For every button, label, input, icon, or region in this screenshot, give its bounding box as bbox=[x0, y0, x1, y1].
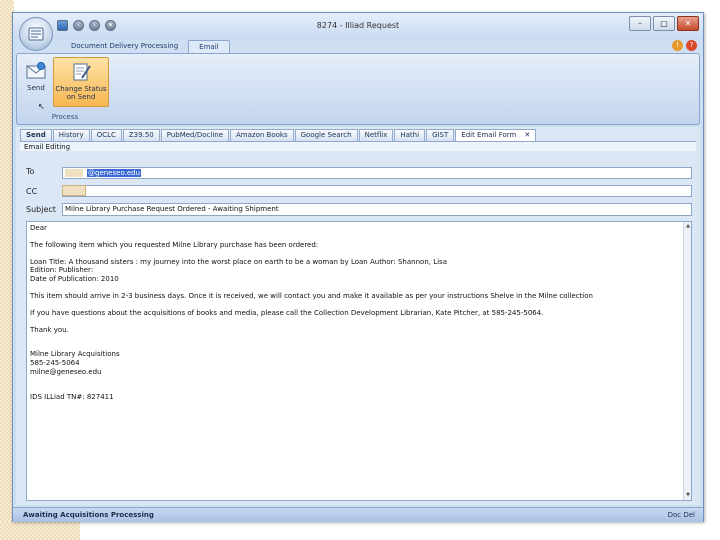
body-thanks: Thank you. bbox=[30, 325, 69, 334]
body-arrival: This item should arrive in 2-3 business … bbox=[30, 291, 593, 300]
scroll-down-icon[interactable]: ▼ bbox=[684, 491, 691, 500]
envelope-icon bbox=[26, 62, 46, 79]
document-tabs: Send History OCLC Z39.50 PubMed/Docline … bbox=[20, 129, 537, 141]
tab-amazon-books[interactable]: Amazon Books bbox=[230, 129, 294, 141]
ribbon-group-process: Send Change Status on Send ↖ Process bbox=[21, 57, 109, 121]
close-tab-icon[interactable]: ✕ bbox=[524, 131, 530, 139]
tab-hathi[interactable]: Hathi bbox=[394, 129, 426, 141]
ribbon-panel: Send Change Status on Send ↖ Process bbox=[16, 53, 700, 125]
cc-highlight-block bbox=[62, 185, 86, 196]
tab-document-delivery-processing[interactable]: Document Delivery Processing bbox=[61, 40, 188, 53]
tab-edit-email-form[interactable]: Edit Email Form ✕ bbox=[455, 129, 537, 141]
email-editing-header: Email Editing bbox=[20, 141, 696, 151]
status-doc-del: Doc Del bbox=[667, 511, 695, 519]
maximize-button[interactable]: □ bbox=[653, 16, 675, 31]
body-questions: If you have questions about the acquisit… bbox=[30, 308, 544, 317]
tab-edit-email-form-label: Edit Email Form bbox=[461, 131, 517, 139]
body-intro: The following item which you requested M… bbox=[30, 240, 319, 249]
status-text: Awaiting Acquisitions Processing bbox=[23, 511, 154, 519]
minimize-button[interactable]: – bbox=[629, 16, 651, 31]
tab-oclc[interactable]: OCLC bbox=[90, 129, 122, 141]
change-status-label: Change Status on Send bbox=[55, 85, 107, 101]
to-value: @geneseo.edu bbox=[87, 169, 142, 177]
tab-pubmed-docline[interactable]: PubMed/Docline bbox=[160, 129, 230, 141]
status-bar: Awaiting Acquisitions Processing Doc Del bbox=[13, 507, 703, 522]
tab-google-search[interactable]: Google Search bbox=[294, 129, 358, 141]
ribbon-group-label: Process bbox=[51, 113, 79, 121]
scroll-up-icon[interactable]: ▲ bbox=[684, 222, 691, 231]
to-redacted-block bbox=[65, 169, 83, 177]
title-bar: ‹ › ▾ 8274 - Illiad Request – □ ✕ bbox=[13, 13, 703, 39]
signature-name: Milne Library Acquisitions bbox=[30, 350, 120, 359]
signature-phone: 585-245-5064 bbox=[30, 359, 80, 368]
application-menu-button[interactable] bbox=[19, 17, 53, 51]
tab-gist[interactable]: GIST bbox=[426, 129, 455, 141]
cc-field[interactable] bbox=[62, 185, 692, 197]
tab-history[interactable]: History bbox=[52, 129, 90, 141]
ribbon-tabs: Document Delivery Processing Email bbox=[61, 40, 230, 53]
tab-email[interactable]: Email bbox=[188, 40, 230, 53]
subject-field[interactable]: Milne Library Purchase Request Ordered -… bbox=[62, 203, 692, 216]
slide-background-corner bbox=[0, 522, 80, 540]
body-loan-title: Loan Title: A thousand sisters : my jour… bbox=[30, 257, 447, 266]
window-title: 8274 - Illiad Request bbox=[316, 21, 400, 30]
transaction-number: IDS ILLiad TN#: 827411 bbox=[30, 392, 114, 401]
content-panel: Send History OCLC Z39.50 PubMed/Docline … bbox=[16, 127, 700, 505]
edit-document-icon bbox=[73, 63, 91, 81]
close-button[interactable]: ✕ bbox=[677, 16, 699, 31]
body-date: Date of Publication: 2010 bbox=[30, 275, 119, 284]
send-button-label: Send bbox=[27, 84, 45, 92]
info-icon[interactable]: ! bbox=[672, 40, 683, 51]
to-label: To bbox=[26, 167, 35, 176]
body-scrollbar[interactable]: ▲ ▼ bbox=[683, 222, 691, 500]
app-logo-icon bbox=[28, 27, 44, 41]
mouse-cursor-icon: ↖ bbox=[38, 102, 45, 111]
help-icon[interactable]: ? bbox=[686, 40, 697, 51]
send-button[interactable]: Send bbox=[21, 57, 51, 107]
tab-z3950[interactable]: Z39.50 bbox=[122, 129, 160, 141]
signature-email: milne@geneseo.edu bbox=[30, 367, 102, 376]
help-icons: ! ? bbox=[672, 40, 697, 51]
cc-label: CC bbox=[26, 187, 38, 196]
tab-send[interactable]: Send bbox=[20, 129, 52, 141]
window-controls: – □ ✕ bbox=[629, 16, 699, 31]
subject-label: Subject bbox=[26, 205, 56, 214]
illiad-request-window: ‹ › ▾ 8274 - Illiad Request – □ ✕ Docume… bbox=[12, 12, 704, 522]
body-greeting: Dear bbox=[30, 224, 47, 232]
to-field[interactable]: @geneseo.edu bbox=[62, 167, 692, 179]
body-edition: Edition: Publisher: bbox=[30, 266, 94, 275]
email-body-editor[interactable]: Dear The following item which you reques… bbox=[26, 221, 692, 501]
tab-netflix[interactable]: Netflix bbox=[358, 129, 394, 141]
change-status-on-send-button[interactable]: Change Status on Send bbox=[53, 57, 109, 107]
